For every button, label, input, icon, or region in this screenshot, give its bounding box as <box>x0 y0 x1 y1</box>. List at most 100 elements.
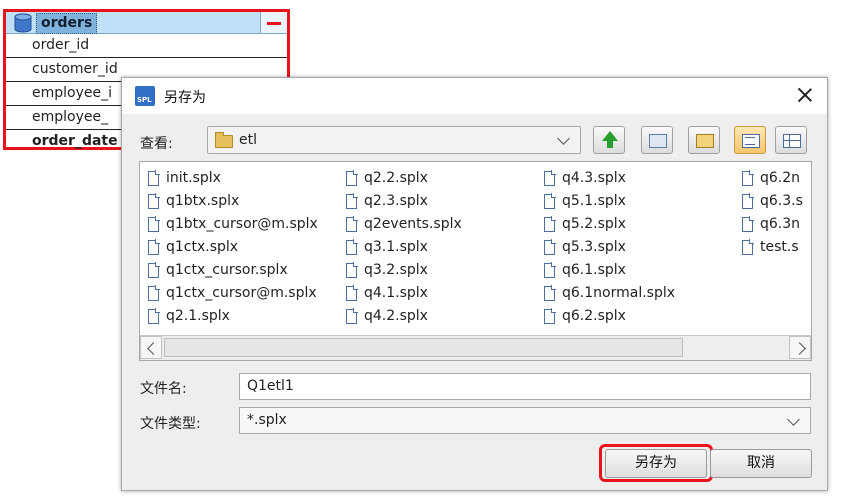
file-type-value: *.splx <box>247 412 287 428</box>
file-name: q6.3n <box>760 216 801 232</box>
file-item[interactable]: init.splx <box>140 167 318 190</box>
file-icon <box>544 193 556 209</box>
file-icon <box>544 285 556 301</box>
new-folder-button[interactable] <box>688 126 720 154</box>
file-icon <box>148 193 160 209</box>
file-item[interactable]: q1ctx_cursor@m.splx <box>140 282 318 305</box>
file-name: init.splx <box>166 170 221 186</box>
file-icon <box>742 239 754 255</box>
file-type-label: 文件类型: <box>140 416 201 432</box>
file-item[interactable]: q3.1.splx <box>338 236 462 259</box>
file-name: q4.2.splx <box>364 308 428 324</box>
look-in-value: etl <box>239 132 257 148</box>
file-item[interactable]: q5.1.splx <box>536 190 675 213</box>
file-name: q4.1.splx <box>364 285 428 301</box>
dialog-titlebar[interactable]: SPL 另存为 <box>122 78 827 114</box>
file-item[interactable]: q5.3.splx <box>536 236 675 259</box>
file-item[interactable]: q1ctx.splx <box>140 236 318 259</box>
file-item[interactable]: test.s <box>734 236 803 259</box>
file-item[interactable]: q1ctx_cursor.splx <box>140 259 318 282</box>
file-item[interactable]: q2.3.splx <box>338 190 462 213</box>
file-item[interactable]: q2.1.splx <box>140 305 318 328</box>
file-item[interactable]: q2.2.splx <box>338 167 462 190</box>
file-item[interactable]: q6.2.splx <box>536 305 675 328</box>
chevron-left-icon <box>147 342 160 355</box>
file-icon <box>148 285 160 301</box>
file-icon <box>148 239 160 255</box>
file-name: q1ctx_cursor.splx <box>166 262 288 278</box>
home-folder-icon <box>649 134 667 148</box>
file-item[interactable]: q6.3.s <box>734 190 803 213</box>
file-icon <box>544 262 556 278</box>
file-name: test.s <box>760 239 799 255</box>
details-view-icon <box>783 134 801 148</box>
file-item[interactable]: q6.1.splx <box>536 259 675 282</box>
file-item[interactable]: q3.2.splx <box>338 259 462 282</box>
file-column: init.splx q1btx.splx q1btx_cursor@m.splx… <box>140 167 318 328</box>
scroll-left-button[interactable] <box>140 336 162 359</box>
file-item[interactable]: q5.2.splx <box>536 213 675 236</box>
file-item[interactable]: q2events.splx <box>338 213 462 236</box>
save-as-dialog: SPL 另存为 查看: etl init.splx q1btx.splx q1b… <box>121 77 828 491</box>
file-icon <box>346 285 358 301</box>
horizontal-scrollbar[interactable] <box>140 335 811 360</box>
file-name: q5.1.splx <box>562 193 626 209</box>
file-item[interactable]: q6.1normal.splx <box>536 282 675 305</box>
list-view-button[interactable] <box>734 126 766 154</box>
file-icon <box>148 308 160 324</box>
file-icon <box>346 193 358 209</box>
file-name: q6.1.splx <box>562 262 626 278</box>
file-item[interactable]: q6.3n <box>734 213 803 236</box>
file-name: q6.3.s <box>760 193 803 209</box>
table-header: orders <box>6 12 287 34</box>
file-icon <box>346 216 358 232</box>
file-name: q2.2.splx <box>364 170 428 186</box>
file-item[interactable]: q4.3.splx <box>536 167 675 190</box>
save-button[interactable]: 另存为 <box>605 449 707 478</box>
file-column: q6.2n q6.3.s q6.3n test.s <box>734 167 803 259</box>
file-name: q1ctx.splx <box>166 239 239 255</box>
chevron-down-icon <box>557 132 570 145</box>
file-item[interactable]: q4.1.splx <box>338 282 462 305</box>
chevron-right-icon <box>793 342 806 355</box>
file-icon <box>148 262 160 278</box>
app-icon: SPL <box>135 86 155 106</box>
file-name-input[interactable]: Q1etl1 <box>239 373 811 400</box>
file-item[interactable]: q1btx_cursor@m.splx <box>140 213 318 236</box>
home-button[interactable] <box>641 126 673 154</box>
scroll-right-button[interactable] <box>789 336 811 359</box>
look-in-label: 查看: <box>140 136 173 152</box>
file-item[interactable]: q1btx.splx <box>140 190 318 213</box>
file-name: q6.2.splx <box>562 308 626 324</box>
cancel-button[interactable]: 取消 <box>710 449 812 478</box>
file-list-pane[interactable]: init.splx q1btx.splx q1btx_cursor@m.splx… <box>139 161 812 361</box>
up-folder-icon <box>602 131 618 148</box>
file-name: q3.2.splx <box>364 262 428 278</box>
file-icon <box>346 262 358 278</box>
app-icon-text: SPL <box>137 96 152 104</box>
file-type-dropdown[interactable]: *.splx <box>239 407 811 434</box>
file-icon <box>346 308 358 324</box>
file-name: q4.3.splx <box>562 170 626 186</box>
up-one-level-button[interactable] <box>593 126 625 154</box>
file-icon <box>346 239 358 255</box>
table-field-row[interactable]: order_id <box>6 34 287 58</box>
list-view-icon <box>742 134 760 148</box>
file-icon <box>148 216 160 232</box>
file-name: q1ctx_cursor@m.splx <box>166 285 317 301</box>
file-item[interactable]: q6.2n <box>734 167 803 190</box>
file-name: q1btx_cursor@m.splx <box>166 216 318 232</box>
database-icon <box>14 13 32 33</box>
minus-icon[interactable] <box>260 12 287 33</box>
details-view-button[interactable] <box>775 126 807 154</box>
table-title[interactable]: orders <box>36 13 98 34</box>
file-name: q5.2.splx <box>562 216 626 232</box>
close-icon[interactable] <box>797 87 813 103</box>
scrollbar-thumb[interactable] <box>164 338 683 357</box>
file-item[interactable]: q4.2.splx <box>338 305 462 328</box>
file-name: q1btx.splx <box>166 193 240 209</box>
file-name: q6.1normal.splx <box>562 285 676 301</box>
file-column: q2.2.splx q2.3.splx q2events.splx q3.1.s… <box>338 167 462 328</box>
file-column: q4.3.splx q5.1.splx q5.2.splx q5.3.splx … <box>536 167 675 328</box>
look-in-dropdown[interactable]: etl <box>207 126 581 154</box>
